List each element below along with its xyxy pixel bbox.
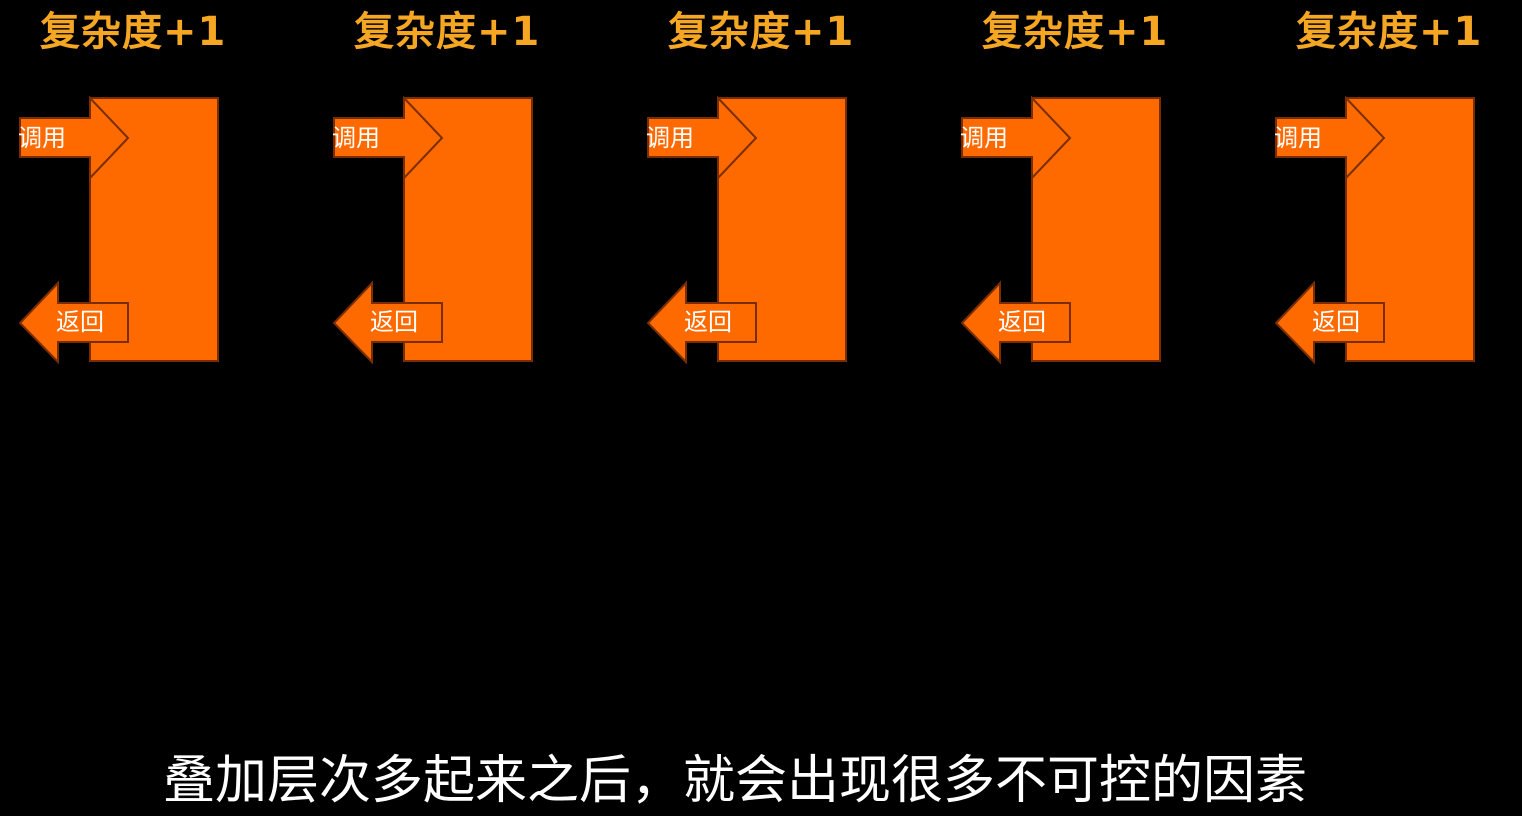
call-frame-unit-2: 复杂度+1 调用 返回 (314, 0, 574, 370)
call-frame-unit-5: 复杂度+1 调用 返回 (1256, 0, 1516, 370)
call-label: 调用 (18, 124, 66, 152)
call-frame-unit-1: 复杂度+1 调用 返回 (0, 0, 260, 370)
call-label: 调用 (960, 124, 1008, 152)
complexity-title: 复杂度+1 (668, 9, 855, 55)
subtitle-caption: 叠加层次多起来之后，就会出现很多不可控的因素 (162, 751, 1307, 811)
call-frame-unit-4: 复杂度+1 调用 返回 (942, 0, 1202, 370)
complexity-title: 复杂度+1 (982, 9, 1169, 55)
call-label: 调用 (646, 124, 694, 152)
return-label: 返回 (370, 308, 418, 336)
call-frame-unit-3: 复杂度+1 调用 返回 (628, 0, 888, 370)
complexity-title: 复杂度+1 (40, 9, 227, 55)
return-label: 返回 (56, 308, 104, 336)
return-label: 返回 (1312, 308, 1360, 336)
call-label: 调用 (332, 124, 380, 152)
call-label: 调用 (1274, 124, 1322, 152)
return-label: 返回 (998, 308, 1046, 336)
complexity-title: 复杂度+1 (354, 9, 541, 55)
return-label: 返回 (684, 308, 732, 336)
complexity-title: 复杂度+1 (1296, 9, 1483, 55)
